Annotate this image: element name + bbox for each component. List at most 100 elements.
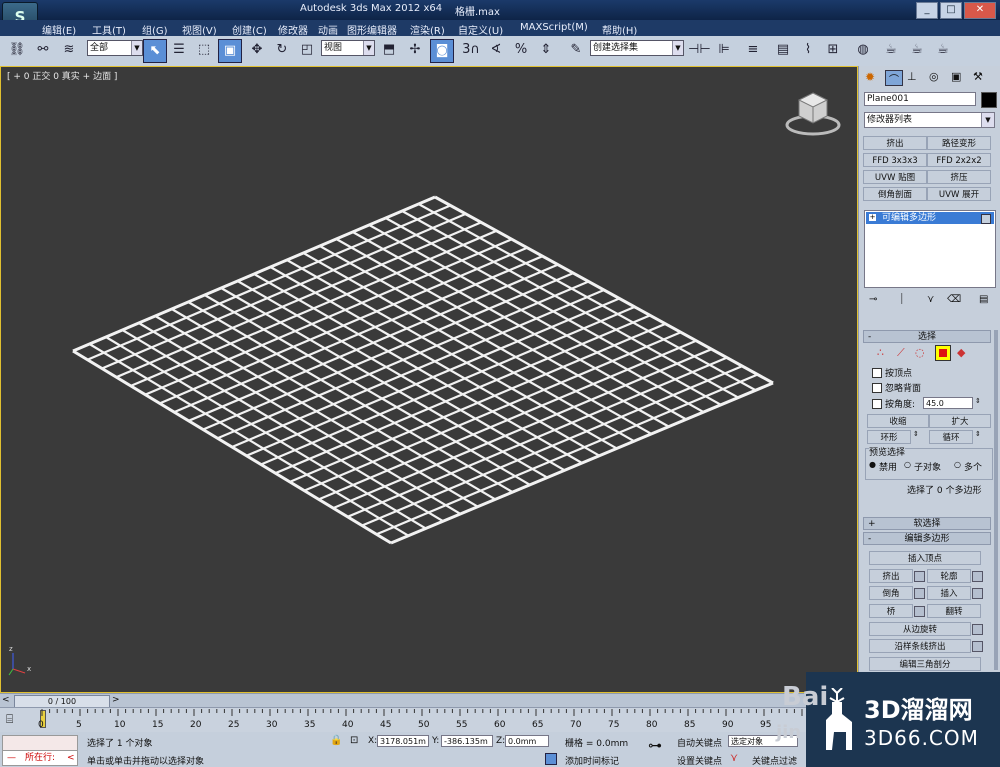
- perspective-viewport[interactable]: [ + 0 正交 0 真实 + 边面 ] z x: [0, 66, 858, 693]
- stack-toggle-icon[interactable]: [981, 214, 991, 224]
- inset-button[interactable]: 插入: [927, 586, 971, 600]
- menu-help[interactable]: 帮助(H): [602, 22, 637, 37]
- inset-settings-icon[interactable]: [972, 588, 983, 599]
- maxscript-listener-top[interactable]: [2, 735, 78, 751]
- prev-frame-icon[interactable]: <: [2, 695, 10, 705]
- time-tag-icon[interactable]: [545, 753, 557, 765]
- modifier-ffd2-button[interactable]: FFD 2x2x2: [927, 153, 991, 167]
- modifier-squeeze-button[interactable]: 挤压: [927, 170, 991, 184]
- preview-subobject-radio[interactable]: ○: [904, 460, 911, 469]
- modify-tab-icon[interactable]: ⌒: [885, 70, 903, 86]
- display-tab-icon[interactable]: ▣: [951, 70, 961, 83]
- close-button[interactable]: ✕: [964, 2, 996, 19]
- outline-settings-icon[interactable]: [972, 571, 983, 582]
- render-setup-icon[interactable]: ☕: [880, 39, 902, 61]
- curve-editor-icon[interactable]: ⌇: [797, 39, 819, 61]
- menu-edit[interactable]: 编辑(E): [42, 22, 76, 37]
- border-icon[interactable]: ◌: [915, 346, 925, 359]
- x-coordinate-field[interactable]: 3178.051m: [377, 735, 429, 747]
- object-color-swatch[interactable]: [981, 92, 997, 108]
- hierarchy-tab-icon[interactable]: ⊥: [907, 70, 917, 83]
- edge-icon[interactable]: ⟋: [897, 346, 905, 360]
- shrink-button[interactable]: 收缩: [867, 414, 929, 428]
- expand-icon[interactable]: +: [869, 214, 876, 221]
- extrude-along-spline-button[interactable]: 沿样条线挤出: [869, 639, 971, 653]
- modifier-bevel-profile-button[interactable]: 倒角剖面: [863, 187, 927, 201]
- polygon-icon[interactable]: [935, 345, 951, 361]
- select-and-rotate-icon[interactable]: ↻: [271, 39, 293, 61]
- z-coordinate-field[interactable]: 0.0mm: [505, 735, 549, 747]
- select-and-scale-icon[interactable]: ◰: [296, 39, 318, 61]
- preview-disabled-radio[interactable]: ●: [869, 460, 876, 469]
- soft-selection-rollout-header[interactable]: + 软选择: [863, 517, 991, 530]
- spinner-snap-icon[interactable]: ⇕: [535, 39, 557, 61]
- modifier-list-dropdown[interactable]: 修改器列表 ▼: [864, 112, 995, 128]
- select-object-icon[interactable]: ⬉: [143, 39, 167, 63]
- select-manipulate-icon[interactable]: ✢: [404, 39, 426, 61]
- mirror-icon[interactable]: ⊣⊢: [688, 39, 711, 61]
- configure-modifier-sets-icon[interactable]: ▤: [979, 294, 988, 305]
- bind-space-warp-icon[interactable]: ≋: [58, 39, 80, 61]
- ring-spinner-icon[interactable]: ⇕: [913, 430, 919, 438]
- menu-rendering[interactable]: 渲染(R): [410, 22, 445, 37]
- unlink-icon[interactable]: ⚯: [32, 39, 54, 61]
- timeline-ruler[interactable]: ⌸ 0 5 10 15 20 25 30 35 40 45 50 55 60 65 70 75 80 85 90 95: [0, 707, 858, 733]
- modifier-path-deform-button[interactable]: 路径变形: [927, 136, 991, 150]
- modifier-extrude-button[interactable]: 挤出: [863, 136, 927, 150]
- selection-rollout-header[interactable]: - 选择: [863, 330, 991, 343]
- named-selection-dropdown[interactable]: 创建选择集 ▼: [590, 40, 684, 56]
- minimize-button[interactable]: _: [916, 2, 938, 19]
- utilities-tab-icon[interactable]: ⚒: [973, 70, 983, 83]
- loop-button[interactable]: 循环: [929, 430, 973, 444]
- edit-triangulation-button[interactable]: 编辑三角剖分: [869, 657, 981, 671]
- preview-multi-radio[interactable]: ○: [954, 460, 961, 469]
- menu-customize[interactable]: 自定义(U): [458, 22, 503, 37]
- create-tab-icon[interactable]: ✹: [865, 70, 875, 84]
- extrude-spline-settings-icon[interactable]: [972, 641, 983, 652]
- loop-spinner-icon[interactable]: ⇕: [975, 430, 981, 438]
- y-coordinate-field[interactable]: -386.135m: [441, 735, 493, 747]
- ignore-backfacing-checkbox[interactable]: [872, 383, 882, 393]
- grow-button[interactable]: 扩大: [929, 414, 991, 428]
- selection-filter-dropdown[interactable]: 全部 ▼: [87, 40, 143, 56]
- stack-item-editable-poly[interactable]: + 可编辑多边形: [866, 212, 994, 224]
- bridge-settings-icon[interactable]: [914, 606, 925, 617]
- menu-modifiers[interactable]: 修改器: [278, 22, 308, 37]
- maximize-button[interactable]: □: [940, 2, 962, 19]
- menu-maxscript[interactable]: MAXScript(M): [520, 22, 588, 33]
- object-name-input[interactable]: Plane001: [864, 92, 976, 106]
- modifier-unwrap-uvw-button[interactable]: UVW 展开: [927, 187, 991, 201]
- absolute-mode-icon[interactable]: ⊡: [350, 735, 358, 746]
- menu-tools[interactable]: 工具(T): [92, 22, 126, 37]
- angle-spinner[interactable]: 45.0: [923, 397, 973, 409]
- edit-named-selection-icon[interactable]: ✎: [565, 39, 587, 61]
- rendered-frame-icon[interactable]: ☕: [906, 39, 928, 61]
- layer-manager-icon[interactable]: ≡: [742, 39, 764, 61]
- reference-coord-dropdown[interactable]: 视图 ▼: [321, 40, 375, 56]
- command-panel-scrollbar[interactable]: [994, 330, 998, 670]
- select-and-move-icon[interactable]: ✥: [246, 39, 268, 61]
- maxscript-listener-bottom[interactable]: — 所在行: <: [2, 750, 78, 766]
- motion-tab-icon[interactable]: ◎: [929, 70, 939, 83]
- extrude-button[interactable]: 挤出: [869, 569, 913, 583]
- menu-create[interactable]: 创建(C): [232, 22, 267, 37]
- flip-button[interactable]: 翻转: [927, 604, 981, 618]
- snaps-toggle-icon[interactable]: 3∩: [460, 39, 482, 61]
- keyboard-shortcut-override-icon[interactable]: ◙: [430, 39, 454, 63]
- hinge-from-edge-button[interactable]: 从边旋转: [869, 622, 971, 636]
- schematic-view-icon[interactable]: ⊞: [822, 39, 844, 61]
- menu-graph-editors[interactable]: 图形编辑器: [347, 22, 397, 37]
- auto-key-button[interactable]: 自动关键点: [677, 736, 722, 749]
- angle-snap-icon[interactable]: ∢: [485, 39, 507, 61]
- extrude-settings-icon[interactable]: [914, 571, 925, 582]
- percent-snap-icon[interactable]: %: [510, 39, 532, 61]
- hinge-settings-icon[interactable]: [972, 624, 983, 635]
- show-end-result-icon[interactable]: ⏐: [899, 294, 905, 305]
- edit-polygons-rollout-header[interactable]: - 编辑多边形: [863, 532, 991, 545]
- select-by-name-icon[interactable]: ☰: [168, 39, 190, 61]
- modifier-ffd3-button[interactable]: FFD 3x3x3: [863, 153, 927, 167]
- modifier-uvw-map-button[interactable]: UVW 贴图: [863, 170, 927, 184]
- ring-button[interactable]: 环形: [867, 430, 911, 444]
- spinner-arrows-icon[interactable]: ⇕: [975, 397, 981, 405]
- key-icon[interactable]: ⊶: [648, 738, 662, 754]
